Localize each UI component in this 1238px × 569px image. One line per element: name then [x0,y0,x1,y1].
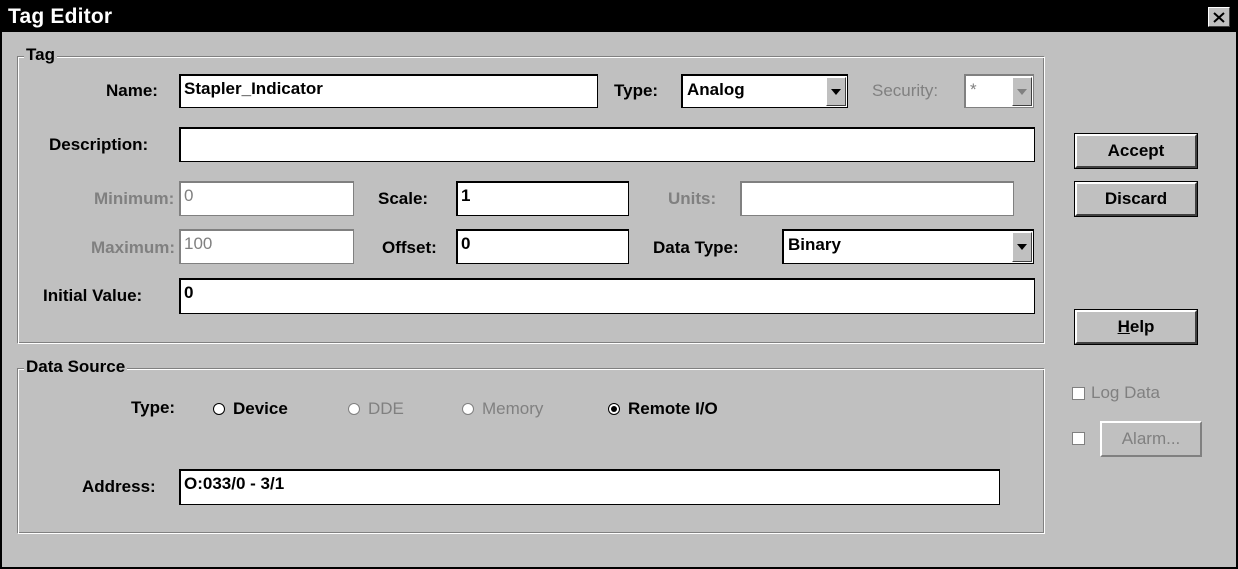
help-button[interactable]: Help [1075,310,1197,344]
data-type-select[interactable]: Binary [782,229,1034,264]
accept-button[interactable]: Accept [1075,134,1197,168]
chevron-down-icon [1017,244,1027,250]
log-data-checkbox[interactable]: Log Data [1072,383,1160,403]
scale-field[interactable]: 1 [456,181,629,216]
radio-memory-label: Memory [482,399,544,418]
security-select-value: * [970,80,977,99]
title-bar: Tag Editor [2,2,1236,32]
alarm-button[interactable]: Alarm... [1100,421,1202,457]
accept-button-label: Accept [1107,141,1165,160]
name-field[interactable]: Stapler_Indicator [179,74,598,108]
discard-button-label: Discard [1104,189,1168,208]
radio-device[interactable]: Device [213,399,288,419]
radio-device-dot [213,403,225,415]
type-select-value: Analog [687,80,745,99]
data-source-group: Data Source [17,357,1045,534]
minimum-label: Minimum: [94,189,175,208]
type-label: Type: [614,81,659,100]
window-title: Tag Editor [8,5,113,28]
alarm-checkbox-box [1072,432,1085,445]
description-label: Description: [49,135,149,154]
help-mnemonic: H [1117,317,1130,336]
initial-value-field[interactable]: 0 [179,278,1035,314]
radio-remote-io[interactable]: Remote I/O [608,399,718,419]
help-button-label: Help [1118,317,1155,337]
security-dropdown-button[interactable] [1012,77,1032,106]
minimum-field[interactable]: 0 [179,181,354,216]
units-label: Units: [668,189,717,208]
address-field[interactable]: O:033/0 - 3/1 [179,469,1000,505]
type-dropdown-button[interactable] [826,77,846,106]
maximum-field[interactable]: 100 [179,229,354,264]
offset-field[interactable]: 0 [456,229,629,264]
data-type-dropdown-button[interactable] [1012,232,1032,262]
radio-dde[interactable]: DDE [348,399,404,419]
log-data-checkbox-box [1072,386,1085,400]
name-label: Name: [106,81,158,100]
address-label: Address: [82,477,156,496]
offset-label: Offset: [382,238,437,257]
initial-value-label: Initial Value: [43,286,143,305]
discard-button[interactable]: Discard [1075,182,1197,216]
radio-remote-io-dot [608,403,620,415]
description-field[interactable] [179,127,1035,162]
units-field[interactable] [740,181,1014,216]
radio-memory-dot [462,403,474,415]
maximum-label: Maximum: [91,238,176,257]
alarm-button-label: Alarm... [1121,429,1181,448]
radio-dde-label: DDE [368,399,404,418]
radio-device-label: Device [233,399,288,418]
data-source-group-label: Data Source [24,357,128,377]
close-button[interactable] [1208,7,1230,27]
scale-label: Scale: [378,189,429,208]
type-select[interactable]: Analog [681,74,848,108]
tag-group-label: Tag [24,45,57,65]
data-type-select-value: Binary [788,235,841,254]
alarm-checkbox[interactable] [1072,432,1091,445]
help-label-rest: elp [1129,317,1155,336]
chevron-down-icon [1017,88,1027,95]
radio-remote-io-label: Remote I/O [628,399,718,418]
radio-dde-dot [348,403,360,415]
data-type-label: Data Type: [653,238,739,257]
chevron-down-icon [831,88,841,95]
security-select[interactable]: * [964,74,1034,108]
security-label: Security: [872,81,939,100]
source-type-label: Type: [131,398,176,417]
log-data-label: Log Data [1091,383,1160,402]
close-icon [1213,11,1225,23]
tag-editor-window: Tag Editor Tag Name: Stapler_Indicator T… [0,0,1238,569]
radio-memory[interactable]: Memory [462,399,543,419]
